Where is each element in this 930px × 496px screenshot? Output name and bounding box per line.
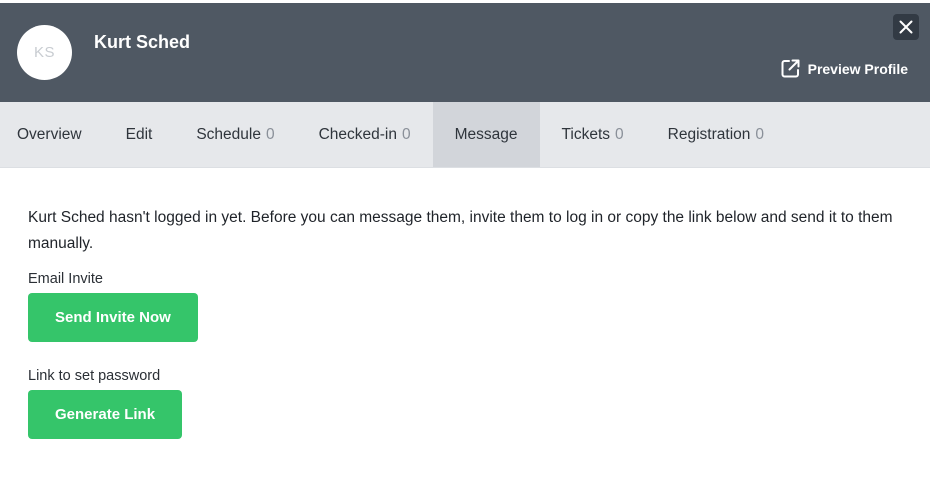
tab-label: Message <box>454 125 518 143</box>
not-logged-in-notice: Kurt Sched hasn't logged in yet. Before … <box>28 209 893 252</box>
profile-header: KS Kurt Sched Preview Profile <box>0 3 930 102</box>
tab-checked-in[interactable]: Checked-in 0 <box>297 102 433 167</box>
external-link-icon <box>781 59 800 78</box>
send-invite-button[interactable]: Send Invite Now <box>28 293 198 342</box>
preview-profile-label: Preview Profile <box>807 60 908 77</box>
tab-schedule[interactable]: Schedule 0 <box>174 102 296 167</box>
tab-count: 0 <box>265 125 275 143</box>
tab-count: 0 <box>402 125 411 143</box>
tab-count: 0 <box>615 125 624 143</box>
tab-registration[interactable]: Registration 0 <box>646 102 786 167</box>
profile-name: Kurt Sched <box>94 32 191 52</box>
tab-count: 0 <box>755 125 765 143</box>
avatar: KS <box>17 25 72 80</box>
email-invite-label: Email Invite <box>28 271 103 287</box>
preview-profile-link[interactable]: Preview Profile <box>780 58 908 79</box>
tab-label: Checked-in <box>318 125 397 143</box>
tab-overview[interactable]: Overview <box>0 102 104 167</box>
close-button[interactable] <box>893 14 919 40</box>
tab-label: Tickets <box>561 125 611 143</box>
tab-tickets[interactable]: Tickets 0 <box>540 102 646 167</box>
tab-label: Edit <box>125 125 153 143</box>
message-panel: Kurt Sched hasn't logged in yet. Before … <box>28 168 908 439</box>
generate-link-button[interactable]: Generate Link <box>28 390 183 439</box>
tab-label: Overview <box>17 125 82 143</box>
password-link-label: Link to set password <box>28 368 161 384</box>
tab-message[interactable]: Message <box>432 102 540 167</box>
tab-label: Schedule <box>196 125 261 143</box>
tab-label: Registration <box>667 125 751 143</box>
profile-tabs: Overview Edit Schedule 0 Checked-in 0 Me… <box>0 102 930 168</box>
tab-edit[interactable]: Edit <box>104 102 175 167</box>
close-icon <box>899 20 913 34</box>
